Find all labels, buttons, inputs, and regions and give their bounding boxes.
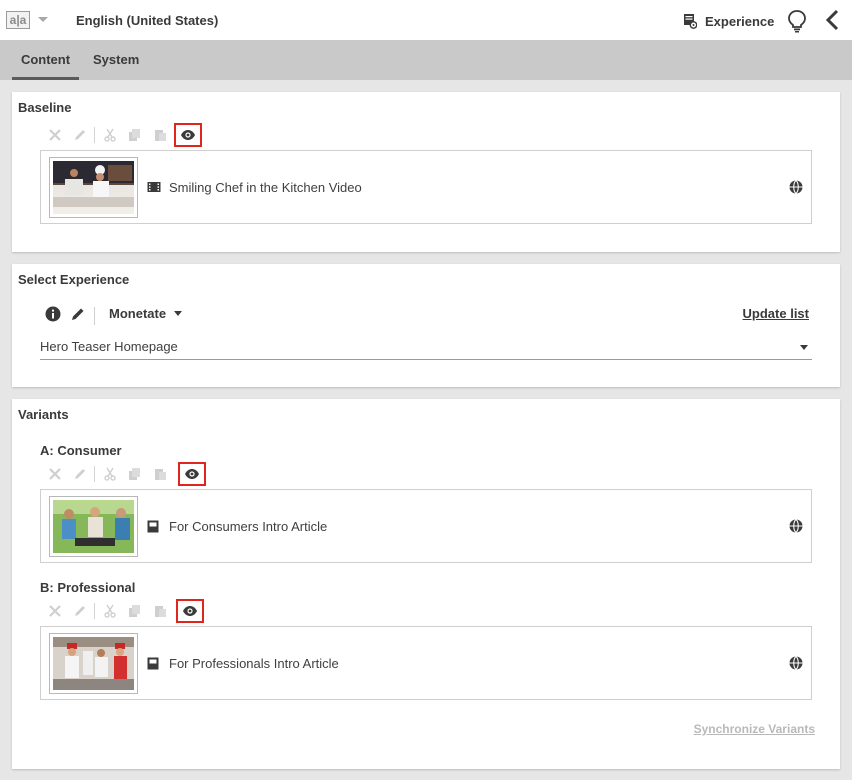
eye-icon[interactable] — [178, 462, 206, 486]
globe-icon[interactable] — [789, 180, 803, 194]
paste-icon[interactable] — [149, 463, 171, 485]
copy-icon[interactable] — [124, 600, 146, 622]
close-icon[interactable] — [44, 124, 66, 146]
toolbar-divider — [94, 603, 95, 619]
item-thumbnail — [49, 633, 138, 694]
variant-a-toolbar — [44, 462, 214, 486]
item-title: Smiling Chef in the Kitchen Video — [169, 180, 362, 195]
cut-icon[interactable] — [99, 463, 121, 485]
article-icon — [147, 657, 159, 670]
paste-icon[interactable] — [149, 124, 171, 146]
copy-icon[interactable] — [124, 463, 146, 485]
close-icon[interactable] — [44, 463, 66, 485]
caret-down-icon — [174, 311, 183, 316]
tab-content[interactable]: Content — [12, 40, 79, 80]
copy-icon[interactable] — [124, 124, 146, 146]
pencil-icon[interactable] — [69, 600, 91, 622]
baseline-toolbar — [44, 123, 214, 147]
chef-image — [53, 161, 134, 207]
info-icon[interactable] — [45, 306, 61, 322]
variant-a-item[interactable]: For Consumers Intro Article — [40, 489, 812, 563]
pencil-icon[interactable] — [69, 124, 91, 146]
cut-icon[interactable] — [99, 600, 121, 622]
variants-title: Variants — [18, 407, 69, 422]
variant-b-title: B: Professional — [40, 580, 136, 595]
select-experience-title: Select Experience — [18, 272, 130, 287]
experience-provider-row: Monetate Update list — [40, 304, 812, 328]
article-icon — [147, 520, 159, 533]
globe-icon[interactable] — [789, 519, 803, 533]
caret-down-icon — [800, 345, 808, 350]
baseline-title: Baseline — [18, 100, 72, 115]
top-bar: a|a English (United States) Experience — [0, 0, 852, 40]
variants-panel: Variants A: Consumer For Consumers Intro… — [12, 399, 840, 769]
toolbar-divider — [94, 466, 95, 482]
item-thumbnail — [49, 496, 138, 557]
item-title: For Professionals Intro Article — [169, 656, 339, 671]
chevron-left-icon[interactable] — [824, 9, 840, 31]
experience-button[interactable]: Experience — [683, 11, 774, 31]
consumers-image — [53, 500, 134, 553]
experience-select[interactable]: Hero Teaser Homepage — [40, 336, 812, 360]
video-icon — [147, 182, 161, 192]
language-icon[interactable]: a|a — [6, 11, 30, 29]
language-caret-icon[interactable] — [38, 17, 48, 22]
eye-icon[interactable] — [174, 123, 202, 147]
variant-b-toolbar — [44, 599, 214, 623]
pencil-icon[interactable] — [70, 306, 86, 322]
globe-icon[interactable] — [789, 656, 803, 670]
tab-bar: Content System — [0, 40, 852, 80]
update-list-link[interactable]: Update list — [743, 306, 809, 321]
experience-select-value: Hero Teaser Homepage — [40, 339, 178, 354]
baseline-item[interactable]: Smiling Chef in the Kitchen Video — [40, 150, 812, 224]
toolbar-divider — [94, 127, 95, 143]
synchronize-variants-link[interactable]: Synchronize Variants — [694, 722, 815, 736]
eye-icon[interactable] — [176, 599, 204, 623]
close-icon[interactable] — [44, 600, 66, 622]
baseline-panel: Baseline Smiling Chef in the Kitchen Vid… — [12, 92, 840, 252]
variant-a-title: A: Consumer — [40, 443, 122, 458]
select-experience-panel: Select Experience Monetate Update list H… — [12, 264, 840, 387]
professionals-image — [53, 637, 134, 690]
pencil-icon[interactable] — [69, 463, 91, 485]
lightbulb-icon[interactable] — [787, 9, 807, 33]
experience-label: Experience — [705, 13, 775, 29]
experience-icon — [684, 14, 697, 29]
cut-icon[interactable] — [99, 124, 121, 146]
item-thumbnail — [49, 157, 138, 218]
variant-b-item[interactable]: For Professionals Intro Article — [40, 626, 812, 700]
language-label[interactable]: English (United States) — [76, 13, 218, 28]
divider — [94, 307, 95, 325]
paste-icon[interactable] — [149, 600, 171, 622]
provider-label: Monetate — [109, 306, 167, 321]
tab-system[interactable]: System — [93, 40, 139, 80]
provider-dropdown[interactable]: Monetate — [109, 306, 183, 321]
item-title: For Consumers Intro Article — [169, 519, 328, 534]
